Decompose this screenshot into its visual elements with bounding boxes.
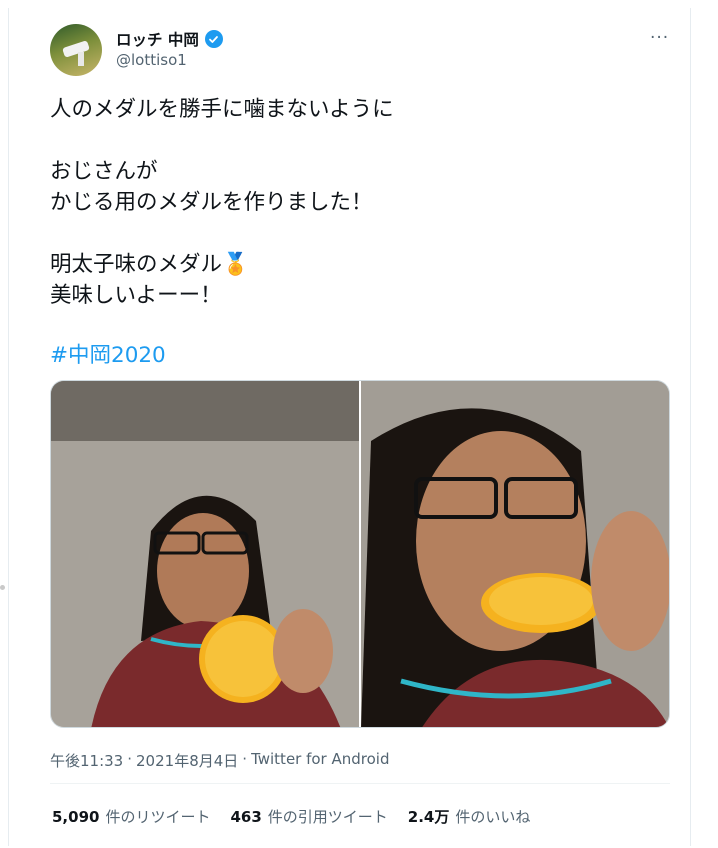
tweet-line: かじる用のメダルを作りました！ (50, 190, 373, 215)
scroll-marker (0, 585, 5, 590)
photo-left[interactable] (51, 381, 359, 727)
separator: · (127, 750, 133, 768)
retweets-stat[interactable]: 5,090 件のリツイート (52, 806, 210, 827)
author-handle[interactable]: @lottiso1 (116, 51, 187, 69)
separator: · (242, 750, 248, 768)
retweets-count: 5,090 (52, 808, 100, 826)
retweets-label: 件のリツイート (105, 808, 211, 826)
likes-count: 2.4万 (407, 808, 450, 826)
author-name-row[interactable]: ロッチ 中岡 (116, 28, 223, 50)
tweet-line: 明太子味のメダル🏅 (50, 252, 249, 277)
avatar-figure-leg (78, 52, 84, 66)
quotes-count: 463 (230, 808, 262, 826)
quotes-label: 件の引用ツイート (267, 808, 388, 826)
divider (50, 783, 670, 784)
likes-label: 件のいいね (455, 808, 531, 826)
avatar[interactable] (50, 24, 102, 76)
more-options-icon[interactable]: ··· (650, 28, 669, 48)
tweet-time[interactable]: 午後11:33 (50, 750, 123, 771)
author-display-name[interactable]: ロッチ 中岡 (116, 28, 199, 50)
tweet-line (50, 218, 660, 249)
tweet-line: 美味しいよーー！ (50, 283, 222, 308)
tweet-text: 人のメダルを勝手に噛まないように おじさんが かじる用のメダルを作りました！ 明… (50, 94, 660, 311)
likes-stat[interactable]: 2.4万 件のいいね (408, 806, 531, 827)
quotes-stat[interactable]: 463 件の引用ツイート (230, 806, 387, 827)
photo-right[interactable] (361, 381, 669, 727)
tweet-timestamp[interactable]: 午後11:33 · 2021年8月4日 · Twitter for Androi… (50, 750, 390, 771)
tweet-source[interactable]: Twitter for Android (251, 750, 389, 771)
tweet-line: おじさんが (50, 159, 158, 184)
tweet-line (50, 125, 660, 156)
avatar-figure (62, 40, 90, 58)
photo-right-image (361, 381, 669, 727)
tweet-line: 人のメダルを勝手に噛まないように (50, 97, 394, 122)
media-grid[interactable] (50, 380, 670, 728)
tweet-date[interactable]: 2021年8月4日 (136, 750, 238, 771)
verified-badge-icon (204, 30, 223, 48)
engagement-stats: 5,090 件のリツイート 463 件の引用ツイート 2.4万 件のいいね (52, 806, 530, 827)
hashtag-link[interactable]: #中岡2020 (50, 338, 166, 369)
photo-left-image (51, 381, 359, 727)
